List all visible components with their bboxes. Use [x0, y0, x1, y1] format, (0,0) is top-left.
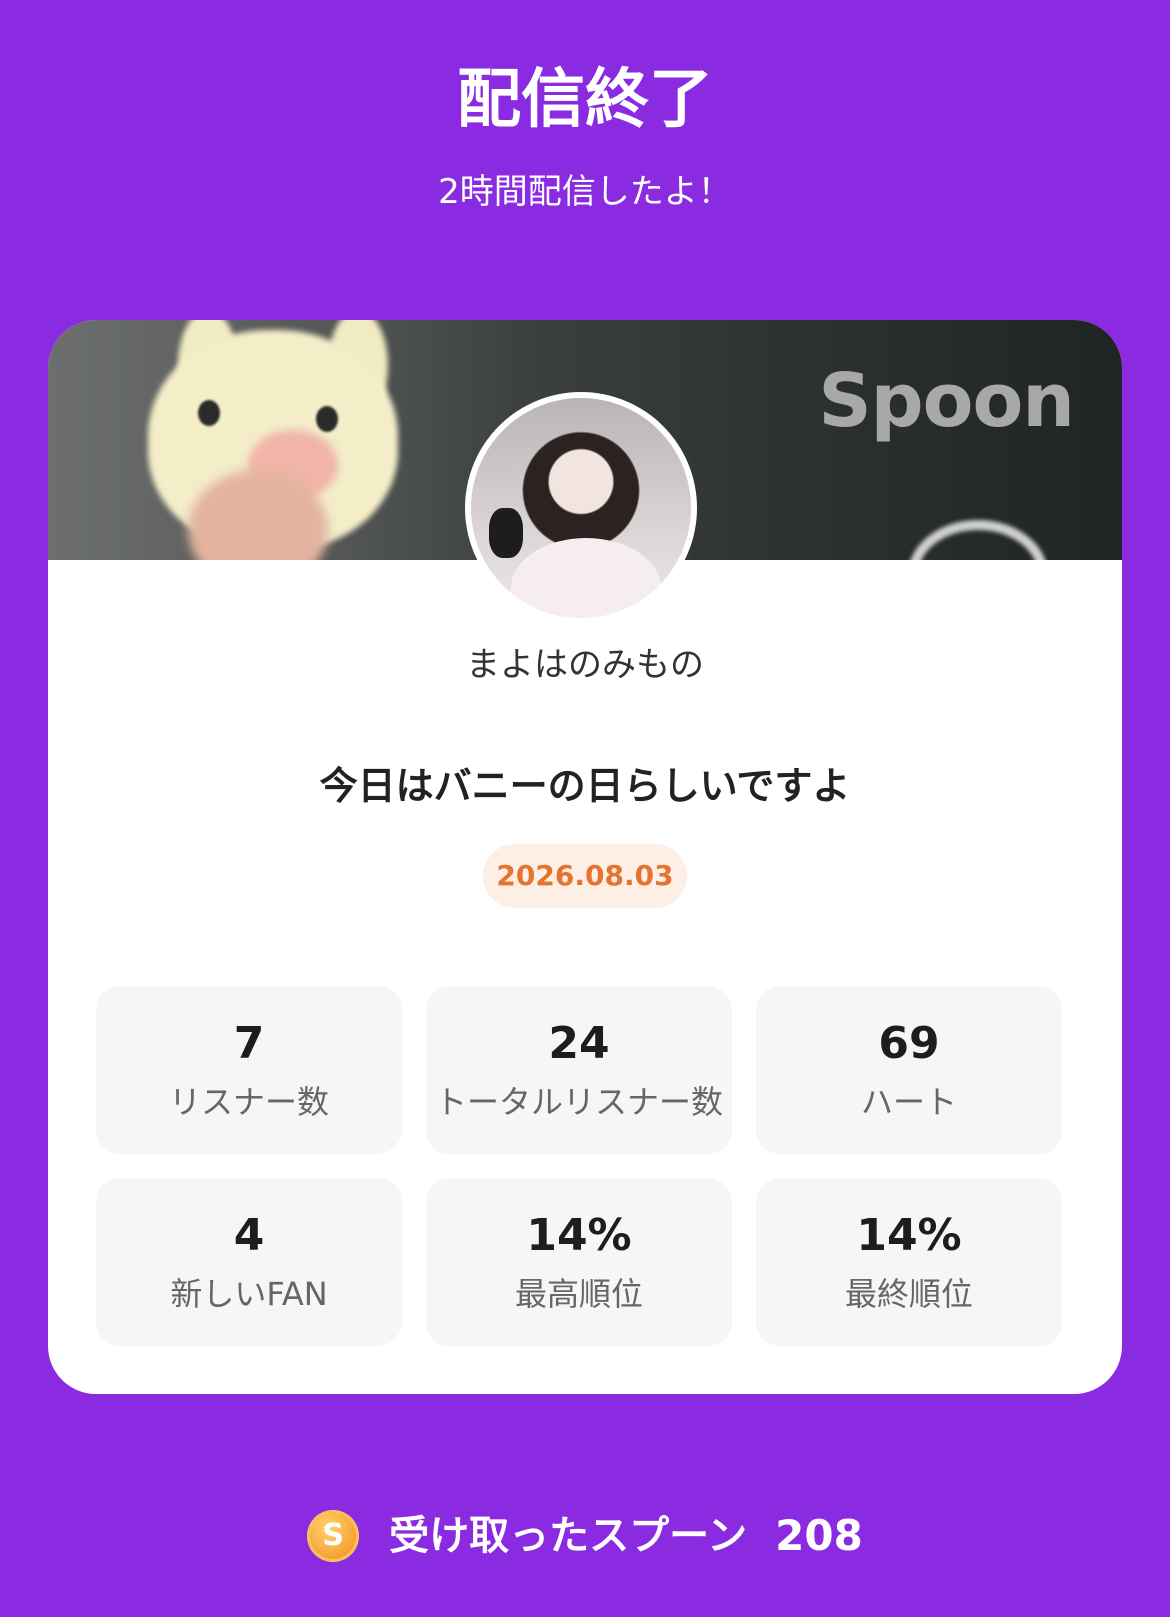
- stat-label: ハート: [860, 1083, 957, 1121]
- stat-value: 14%: [526, 1210, 632, 1261]
- stat-listeners: 7 リスナー数: [96, 986, 402, 1154]
- stream-title: 今日はバニーの日らしいですよ: [319, 764, 851, 808]
- stat-value: 14%: [856, 1210, 962, 1261]
- stat-label: 最終順位: [844, 1275, 973, 1313]
- bunny-eye: [198, 400, 220, 426]
- stat-final-rank: 14% 最終順位: [756, 1178, 1062, 1346]
- stat-new-fans: 4 新しいFAN: [96, 1178, 402, 1346]
- page-subtitle: 2時間配信したよ！: [438, 172, 732, 212]
- stat-value: 69: [878, 1018, 940, 1069]
- spoons-received-count: 208: [775, 1511, 863, 1560]
- stat-hearts: 69 ハート: [756, 986, 1062, 1154]
- bunny-eye: [316, 406, 338, 432]
- broadcast-summary-card: Spoon まよはのみもの 今日はバニーの日らしいですよ 2026.08.03 …: [48, 320, 1122, 1394]
- username[interactable]: まよはのみもの: [48, 642, 1122, 688]
- stat-value: 4: [233, 1210, 265, 1261]
- spoon-logo: Spoon: [818, 358, 1075, 444]
- stat-value: 7: [233, 1018, 265, 1069]
- avatar[interactable]: [465, 392, 697, 624]
- spoons-received-label: 受け取ったスプーン: [389, 1513, 748, 1559]
- page-title: 配信終了: [457, 63, 713, 137]
- stat-total-listeners: 24 トータルリスナー数: [426, 986, 732, 1154]
- avatar-image: [471, 398, 691, 618]
- microphone-icon: [489, 508, 523, 558]
- spoons-received: S 受け取ったスプーン 208: [0, 1506, 1170, 1566]
- stat-highest-rank: 14% 最高順位: [426, 1178, 732, 1346]
- cable: [908, 520, 1048, 560]
- stat-label: 最高順位: [514, 1275, 643, 1313]
- stat-label: 新しいFAN: [170, 1275, 328, 1313]
- avatar-figure: [511, 538, 661, 618]
- stats-grid: 7 リスナー数 24 トータルリスナー数 69 ハート 4 新しいFAN 14%…: [96, 986, 1062, 1346]
- stat-label: リスナー数: [168, 1083, 329, 1121]
- date-badge: 2026.08.03: [483, 844, 687, 908]
- stat-label: トータルリスナー数: [434, 1083, 723, 1121]
- stat-value: 24: [548, 1018, 610, 1069]
- spoon-coin-icon: S: [307, 1510, 360, 1562]
